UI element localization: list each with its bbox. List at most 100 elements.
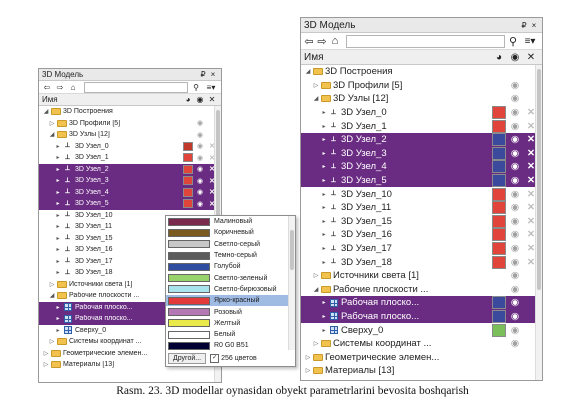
visibility-eye-icon[interactable]: ◉	[507, 325, 523, 336]
color-cell[interactable]	[491, 214, 507, 228]
close-icon[interactable]: ×	[529, 21, 539, 30]
color-cell[interactable]	[491, 160, 507, 174]
color-cell[interactable]	[182, 141, 194, 151]
list-options-icon[interactable]: ≡▾	[521, 36, 539, 47]
scrollbar-thumb[interactable]	[537, 69, 541, 290]
color-swatch[interactable]	[492, 119, 506, 133]
expand-toggle-icon[interactable]: ◢	[312, 95, 320, 102]
expand-toggle-icon[interactable]: ▸	[54, 177, 62, 184]
search-input[interactable]	[84, 81, 188, 93]
color-cell[interactable]	[491, 255, 507, 269]
tree-row[interactable]: ▷ Геометрические элемен...	[301, 350, 542, 364]
home-icon[interactable]: ⌂	[68, 82, 78, 92]
visibility-eye-icon[interactable]: ◉	[507, 284, 523, 295]
color-cell[interactable]	[491, 296, 507, 310]
color-option[interactable]: Светло-бирюзовый	[166, 284, 295, 295]
color-cell[interactable]	[491, 309, 507, 323]
color-cell[interactable]	[491, 146, 507, 160]
color-cell[interactable]	[182, 199, 194, 209]
expand-toggle-icon[interactable]: ▸	[320, 177, 328, 184]
color-cell[interactable]	[182, 176, 194, 186]
tree-row[interactable]: ▸ ⟂ 3D Узел_5 ◉ ✕	[39, 198, 221, 210]
tree-row[interactable]: ▸ ⟂ 3D Узел_18 ◉ ✕	[301, 255, 542, 269]
color-swatch[interactable]	[492, 187, 506, 201]
expand-toggle-icon[interactable]: ▸	[54, 166, 62, 173]
color-swatch[interactable]	[492, 214, 506, 228]
tree-row[interactable]: ▸ ⟂ 3D Узел_0 ◉ ✕	[301, 106, 542, 120]
expand-toggle-icon[interactable]: ▸	[54, 154, 62, 161]
visibility-eye-icon[interactable]: ◉	[194, 119, 206, 127]
expand-toggle-icon[interactable]: ▷	[42, 350, 50, 357]
color-cell[interactable]	[491, 106, 507, 120]
expand-toggle-icon[interactable]: ▸	[320, 163, 328, 170]
expand-toggle-icon[interactable]: ◢	[304, 68, 312, 75]
color-swatch[interactable]	[183, 187, 193, 197]
back-arrow-icon[interactable]: ⇦	[42, 82, 52, 92]
expand-toggle-icon[interactable]: ◢	[48, 131, 56, 138]
expand-toggle-icon[interactable]: ▸	[320, 259, 328, 266]
expand-toggle-icon[interactable]: ▷	[312, 272, 320, 279]
color-option[interactable]: Светло-зеленый	[166, 272, 295, 283]
color-swatch[interactable]	[183, 141, 193, 151]
search-icon[interactable]: ⚲	[508, 36, 518, 48]
color-option[interactable]: Темно-серый	[166, 250, 295, 261]
visibility-eye-icon[interactable]: ◉	[507, 202, 523, 213]
color-swatch[interactable]	[492, 133, 506, 147]
color-option[interactable]: R0 G0 B51	[166, 340, 295, 351]
color-cell[interactable]	[491, 119, 507, 133]
exclude-x-icon[interactable]: ✕	[206, 95, 218, 104]
tree-row[interactable]: ▸ ⟂ 3D Узел_15 ◉ ✕	[301, 214, 542, 229]
expand-toggle-icon[interactable]: ▸	[54, 246, 62, 253]
expand-toggle-icon[interactable]: ▸	[54, 258, 62, 265]
expand-toggle-icon[interactable]: ▷	[312, 82, 320, 89]
color-cell[interactable]	[491, 323, 507, 337]
color-swatch[interactable]	[492, 296, 506, 310]
color-swatch[interactable]	[492, 174, 506, 188]
expand-toggle-icon[interactable]: ▸	[320, 218, 328, 225]
tree-row[interactable]: ▸ ⟂ 3D Узел_4 ◉ ✕	[39, 186, 221, 198]
color-swatch[interactable]	[492, 242, 506, 256]
tree-row[interactable]: ▸ ⟂ 3D Узел_10 ◉ ✕	[301, 187, 542, 201]
color-cell[interactable]	[491, 187, 507, 201]
color-option[interactable]: Малиновый	[166, 216, 295, 227]
color-swatch[interactable]	[492, 201, 506, 215]
pin-icon[interactable]: ₽	[198, 70, 208, 79]
color-swatch[interactable]	[492, 228, 506, 242]
visibility-eye-icon[interactable]: ◉	[194, 200, 206, 208]
expand-toggle-icon[interactable]: ▸	[54, 200, 62, 207]
expand-toggle-icon[interactable]: ▷	[42, 361, 50, 368]
visibility-eye-icon[interactable]: ◉	[507, 148, 523, 159]
expand-toggle-icon[interactable]: ▷	[48, 338, 56, 345]
expand-toggle-icon[interactable]: ▸	[54, 269, 62, 276]
tree-scrollbar[interactable]	[535, 65, 542, 380]
expand-toggle-icon[interactable]: ▸	[54, 235, 62, 242]
visibility-eye-icon[interactable]: ◉	[507, 297, 523, 308]
visibility-eye-icon[interactable]: ◉	[507, 52, 523, 63]
visibility-eye-icon[interactable]: ◉	[507, 121, 523, 132]
expand-toggle-icon[interactable]: ▸	[320, 109, 328, 116]
color-swatch[interactable]	[492, 309, 506, 323]
list-options-icon[interactable]: ≡▾	[204, 82, 218, 92]
color-option[interactable]: Голубой	[166, 261, 295, 272]
expand-toggle-icon[interactable]: ◢	[312, 286, 320, 293]
expand-toggle-icon[interactable]: ▸	[54, 315, 62, 322]
pin-icon[interactable]: ₽	[519, 21, 529, 30]
colors-256-checkbox[interactable]: ✓ 256 цветов	[210, 353, 257, 363]
visibility-eye-icon[interactable]: ◉	[194, 177, 206, 185]
color-cell[interactable]	[491, 201, 507, 215]
color-swatch[interactable]	[492, 255, 506, 269]
search-input[interactable]	[346, 34, 505, 48]
expand-toggle-icon[interactable]: ▸	[320, 327, 328, 334]
tree-row[interactable]: ▸ ⟂ 3D Узел_2 ◉ ✕	[301, 132, 542, 147]
visibility-eye-icon[interactable]: ◉	[507, 80, 523, 91]
checkbox-icon[interactable]: ✓	[210, 353, 220, 363]
expand-toggle-icon[interactable]: ▸	[54, 327, 62, 334]
visibility-eye-icon[interactable]: ◉	[507, 189, 523, 200]
expand-toggle-icon[interactable]: ▸	[54, 143, 62, 150]
color-swatch[interactable]	[183, 164, 193, 174]
color-swatch[interactable]	[183, 153, 193, 163]
visibility-eye-icon[interactable]: ◉	[194, 142, 206, 150]
tree-row[interactable]: ▸ Рабочая плоско... ◉	[301, 296, 542, 310]
expand-toggle-icon[interactable]: ▸	[54, 189, 62, 196]
tree-row[interactable]: ▷ Источники света [1] ◉	[301, 269, 542, 283]
